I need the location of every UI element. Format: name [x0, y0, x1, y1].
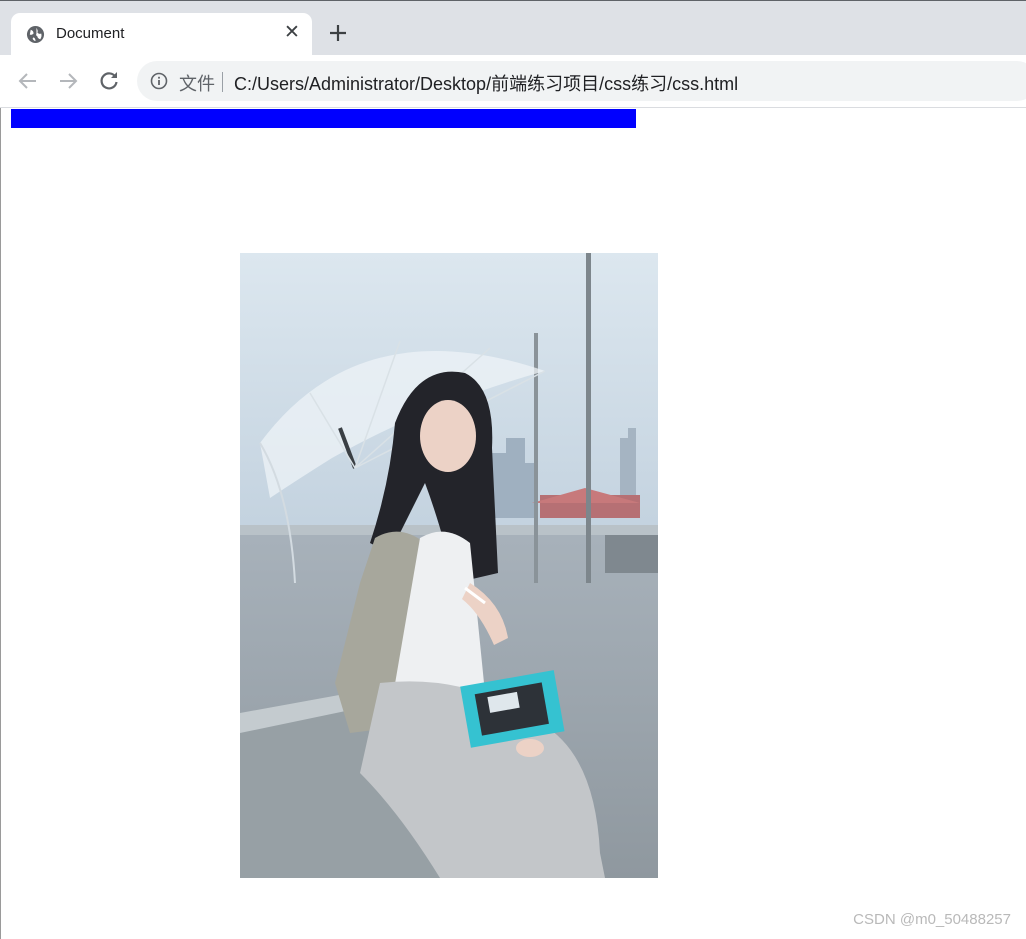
- info-icon[interactable]: [150, 72, 168, 90]
- watermark-text: CSDN @m0_50488257: [853, 911, 1011, 928]
- window-left-edge: [0, 0, 1, 939]
- tab-document[interactable]: Document ✕: [11, 13, 312, 56]
- arrow-left-icon[interactable]: [16, 69, 40, 93]
- url-text[interactable]: C:/Users/Administrator/Desktop/前端练习项目/cs…: [234, 70, 738, 96]
- tab-strip: Document ✕: [0, 0, 1026, 56]
- address-bar[interactable]: 文件 C:/Users/Administrator/Desktop/前端练习项目…: [137, 61, 1026, 101]
- globe-icon: [26, 25, 45, 44]
- browser-toolbar: 文件 C:/Users/Administrator/Desktop/前端练习项目…: [0, 55, 1026, 108]
- plus-icon[interactable]: [326, 21, 350, 45]
- tab-title: Document: [56, 25, 125, 42]
- photo-image: [240, 253, 658, 878]
- blue-bar: [11, 109, 636, 128]
- arrow-right-icon[interactable]: [56, 69, 80, 93]
- scheme-label: 文件: [179, 74, 215, 94]
- address-separator: [222, 72, 223, 92]
- tab-close-icon[interactable]: ✕: [283, 23, 301, 43]
- reload-icon[interactable]: [97, 69, 121, 93]
